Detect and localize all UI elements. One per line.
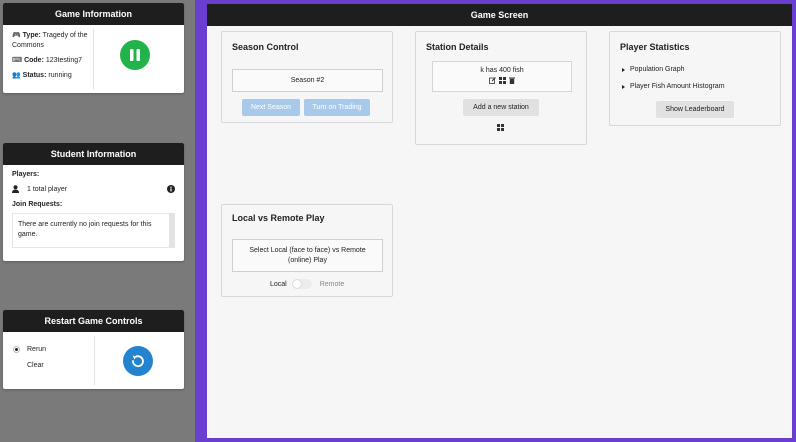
station-item: k has 400 fish	[432, 61, 572, 92]
show-leaderboard-button[interactable]: Show Leaderboard	[656, 101, 734, 118]
type-label: Type:	[22, 32, 41, 39]
rerun-label: Rerun	[27, 346, 47, 353]
player-statistics-panel: Player Statistics Population Graph Playe…	[609, 31, 781, 126]
code-label: Code:	[24, 57, 44, 64]
local-remote-toggle[interactable]	[291, 279, 312, 289]
user-icon	[12, 185, 19, 193]
join-requests-list: There are currently no join requests for…	[12, 213, 175, 248]
clear-radio[interactable]	[13, 362, 20, 369]
local-remote-prompt: Select Local (face to face) vs Remote (o…	[232, 239, 383, 272]
join-requests-label: Join Requests:	[12, 201, 63, 208]
keyboard-icon: ⌨	[12, 57, 23, 64]
season-control-panel: Season Control Season #2 Next Season Tur…	[221, 31, 393, 123]
divider	[94, 336, 95, 385]
student-information-card: Student Information Players: 1 total pla…	[3, 143, 184, 261]
caret-right-icon	[622, 84, 625, 89]
local-label: Local	[270, 280, 287, 288]
population-graph-item[interactable]: Population Graph	[622, 66, 684, 73]
game-screen: Game Screen Season Control Season #2 Nex…	[207, 4, 792, 438]
station-details-panel: Station Details k has 400 fish Add a new…	[415, 31, 587, 145]
season-control-title: Season Control	[232, 42, 299, 52]
local-remote-title: Local vs Remote Play	[232, 213, 325, 223]
season-number: Season #2	[232, 69, 383, 92]
players-label: Players:	[12, 171, 40, 178]
game-information-card: Game Information 🎮 Type: Tragedy of the …	[3, 3, 184, 93]
turn-on-trading-button[interactable]: Turn on Trading	[304, 99, 370, 116]
edit-icon[interactable]	[489, 77, 496, 84]
users-icon: 👥	[12, 72, 21, 79]
caret-right-icon	[622, 67, 625, 72]
fish-histogram-item[interactable]: Player Fish Amount Histogram	[622, 83, 725, 90]
rerun-radio[interactable]	[13, 346, 20, 353]
add-station-button[interactable]: Add a new station	[463, 99, 539, 116]
players-count: 1 total player	[27, 185, 68, 193]
local-remote-panel: Local vs Remote Play Select Local (face …	[221, 204, 393, 297]
restart-game-button[interactable]	[123, 346, 153, 376]
station-text: k has 400 fish	[480, 67, 524, 74]
status-value: running	[48, 72, 72, 79]
divider	[93, 29, 94, 89]
restart-game-controls-card: Restart Game Controls Rerun Clear	[3, 310, 184, 389]
gamepad-icon: 🎮	[12, 32, 21, 39]
clear-option[interactable]: Clear	[13, 362, 44, 369]
game-code-row: ⌨ Code: 123testing7	[12, 56, 92, 66]
game-screen-title: Game Screen	[207, 4, 792, 26]
rerun-option[interactable]: Rerun	[13, 346, 46, 353]
grid-icon[interactable]	[497, 124, 504, 131]
status-label: Status:	[22, 72, 47, 79]
pause-game-button[interactable]	[120, 40, 150, 70]
player-statistics-title: Player Statistics	[620, 42, 690, 52]
code-value: 123testing7	[45, 57, 83, 64]
game-status-row: 👥 Status: running	[12, 71, 92, 81]
game-information-title: Game Information	[3, 3, 184, 25]
grid-icon[interactable]	[499, 77, 506, 84]
student-information-title: Student Information	[3, 143, 184, 165]
trash-icon[interactable]	[509, 77, 515, 84]
restart-icon	[132, 355, 144, 368]
local-remote-toggle-row: Local Remote	[270, 279, 344, 289]
remote-label: Remote	[319, 280, 345, 288]
fish-histogram-label: Player Fish Amount Histogram	[630, 83, 725, 90]
next-season-button[interactable]: Next Season	[242, 99, 300, 116]
pause-icon	[130, 49, 140, 61]
clear-label: Clear	[27, 362, 44, 369]
join-requests-empty-text: There are currently no join requests for…	[18, 221, 152, 238]
station-details-title: Station Details	[426, 42, 489, 52]
info-icon[interactable]	[167, 185, 175, 193]
players-row: 1 total player	[12, 185, 175, 193]
restart-controls-title: Restart Game Controls	[3, 310, 184, 332]
game-type-row: 🎮 Type: Tragedy of the Commons	[12, 31, 92, 51]
population-graph-label: Population Graph	[630, 66, 685, 73]
